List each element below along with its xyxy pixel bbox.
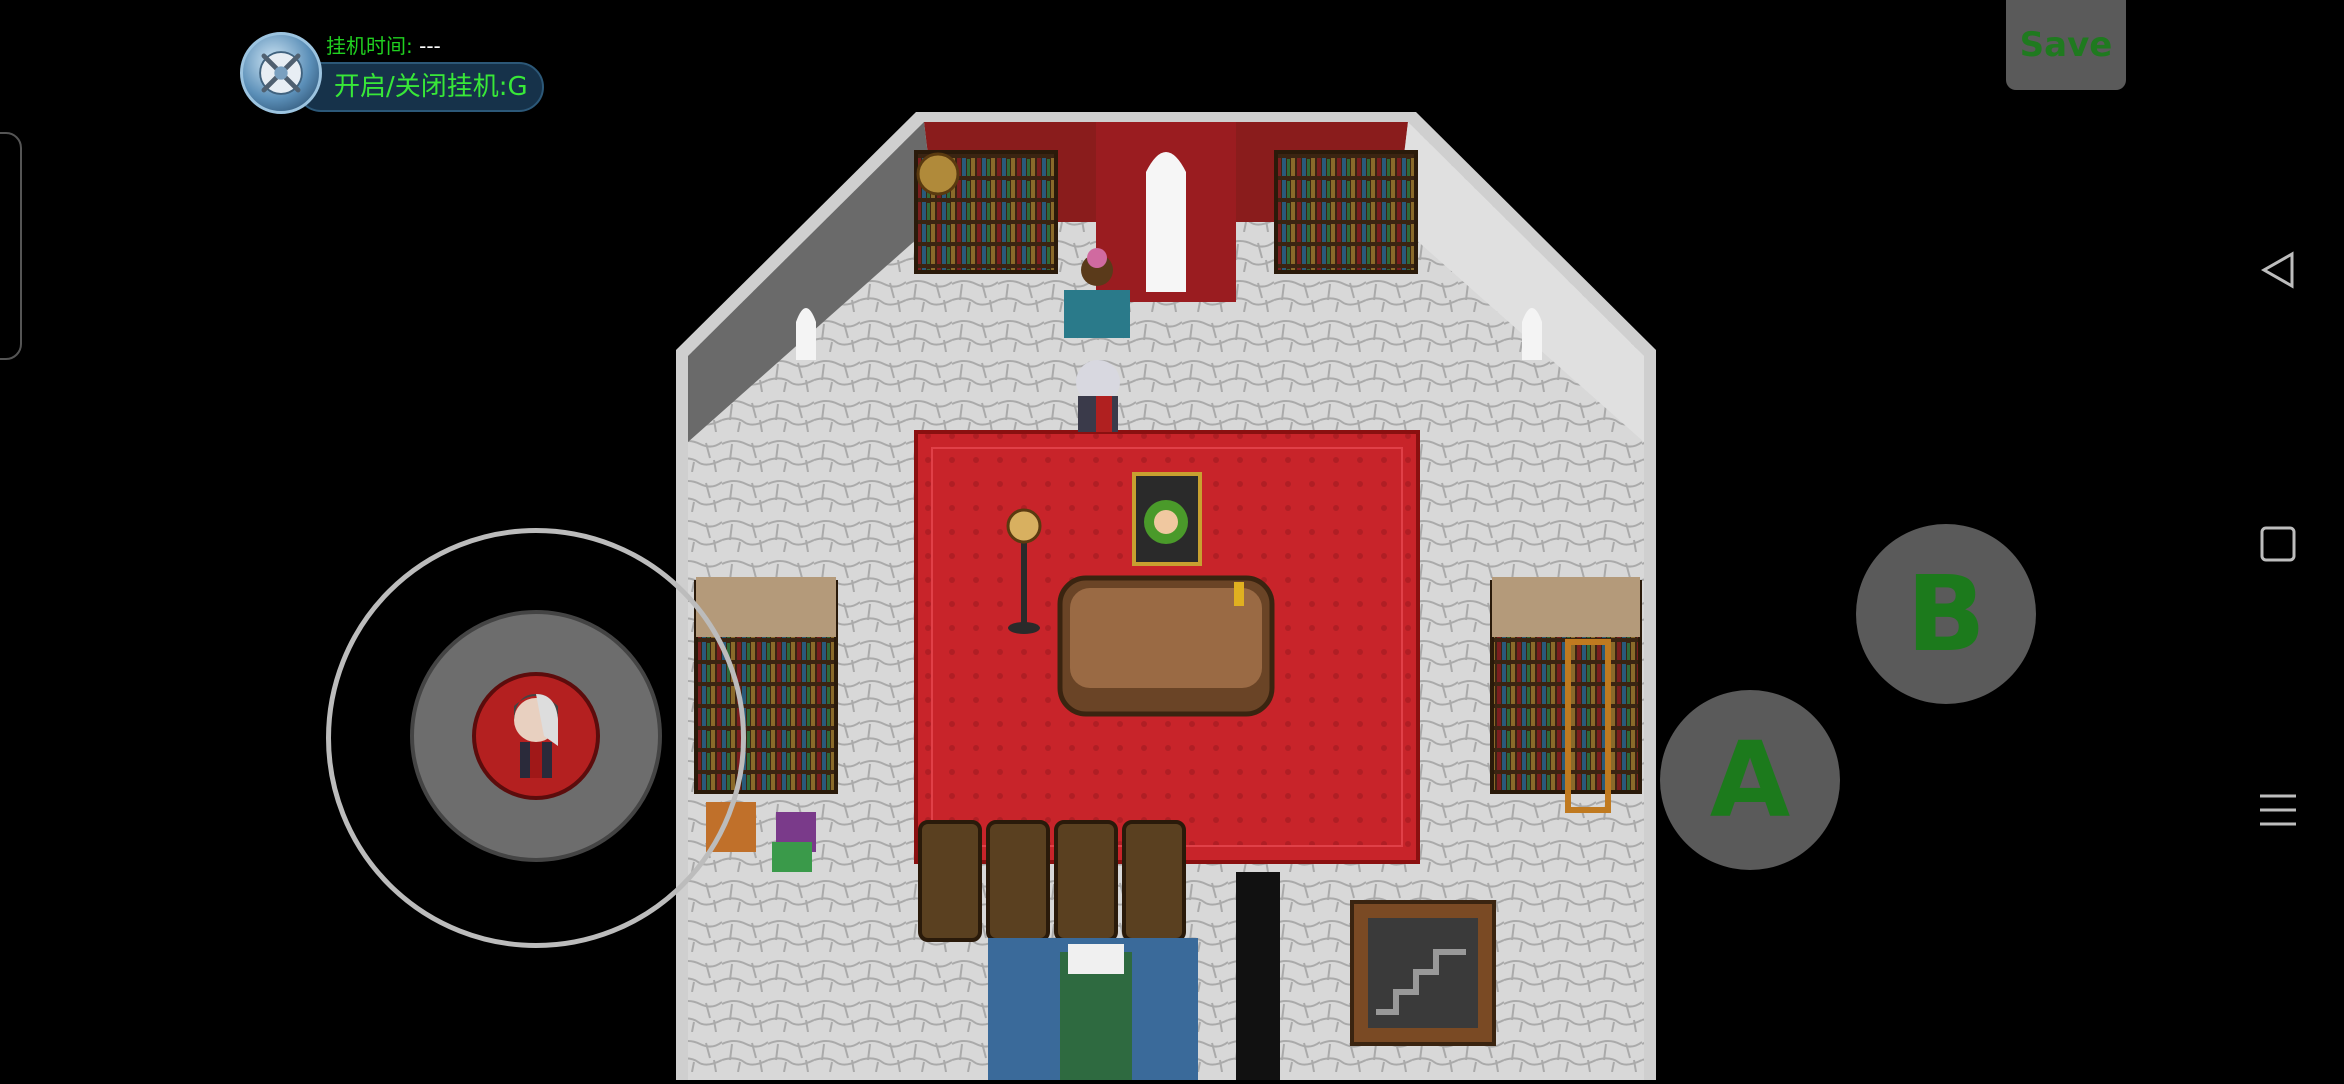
side-panel-edge <box>0 132 22 360</box>
back-triangle-icon[interactable] <box>2256 248 2300 303</box>
player-avatar-icon <box>514 694 558 778</box>
b-button[interactable]: B <box>1856 524 2036 704</box>
joystick-knob-avatar[interactable] <box>472 672 600 800</box>
a-button[interactable]: A <box>1660 690 1840 870</box>
auto-play-toggle-button[interactable]: 开启/关闭挂机:G <box>296 62 544 112</box>
game-map[interactable] <box>676 112 1656 1080</box>
room-scene <box>676 112 1656 1080</box>
auto-play-time-label: 挂机时间: <box>326 34 413 58</box>
home-square-icon[interactable] <box>2258 524 2298 575</box>
auto-play-time: 挂机时间: --- <box>326 30 441 59</box>
auto-play-gear-icon[interactable] <box>240 32 322 114</box>
menu-hamburger-icon[interactable] <box>2256 788 2300 843</box>
save-button[interactable]: Save <box>2006 0 2126 90</box>
auto-play-time-value: --- <box>419 34 441 58</box>
